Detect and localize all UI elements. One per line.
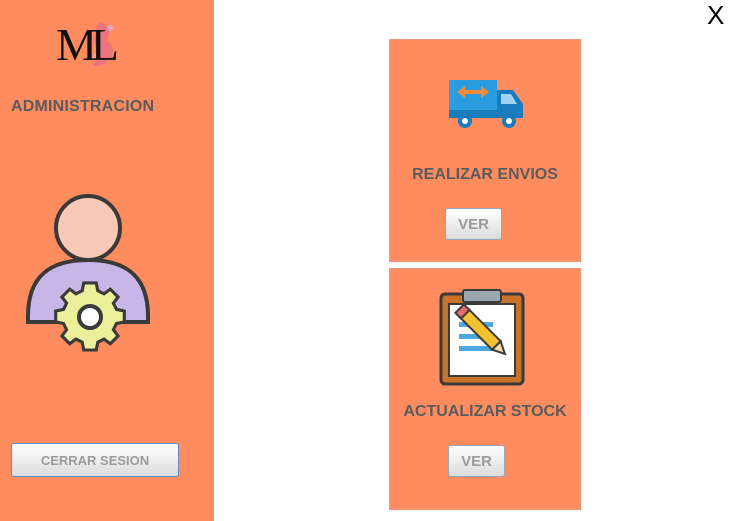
sidebar: ML ADMINISTRACION CERRAR SESION [0, 0, 214, 521]
view-stock-button[interactable]: VER [448, 445, 505, 477]
logout-button[interactable]: CERRAR SESION [11, 443, 179, 477]
close-button[interactable]: X [707, 2, 724, 28]
truck-icon [449, 80, 523, 128]
logo-text: ML [56, 19, 119, 70]
stock-card: ACTUALIZAR STOCK VER [389, 268, 581, 510]
shipments-label: REALIZAR ENVIOS [412, 166, 558, 183]
admin-user-gear-icon [26, 194, 150, 352]
sidebar-title: ADMINISTRACION [11, 98, 155, 115]
app-logo: ML [52, 16, 124, 80]
shipments-card: REALIZAR ENVIOS VER [389, 39, 581, 262]
view-shipments-button[interactable]: VER [445, 208, 502, 240]
stock-label: ACTUALIZAR STOCK [403, 403, 567, 420]
clipboard-edit-icon [439, 289, 525, 386]
